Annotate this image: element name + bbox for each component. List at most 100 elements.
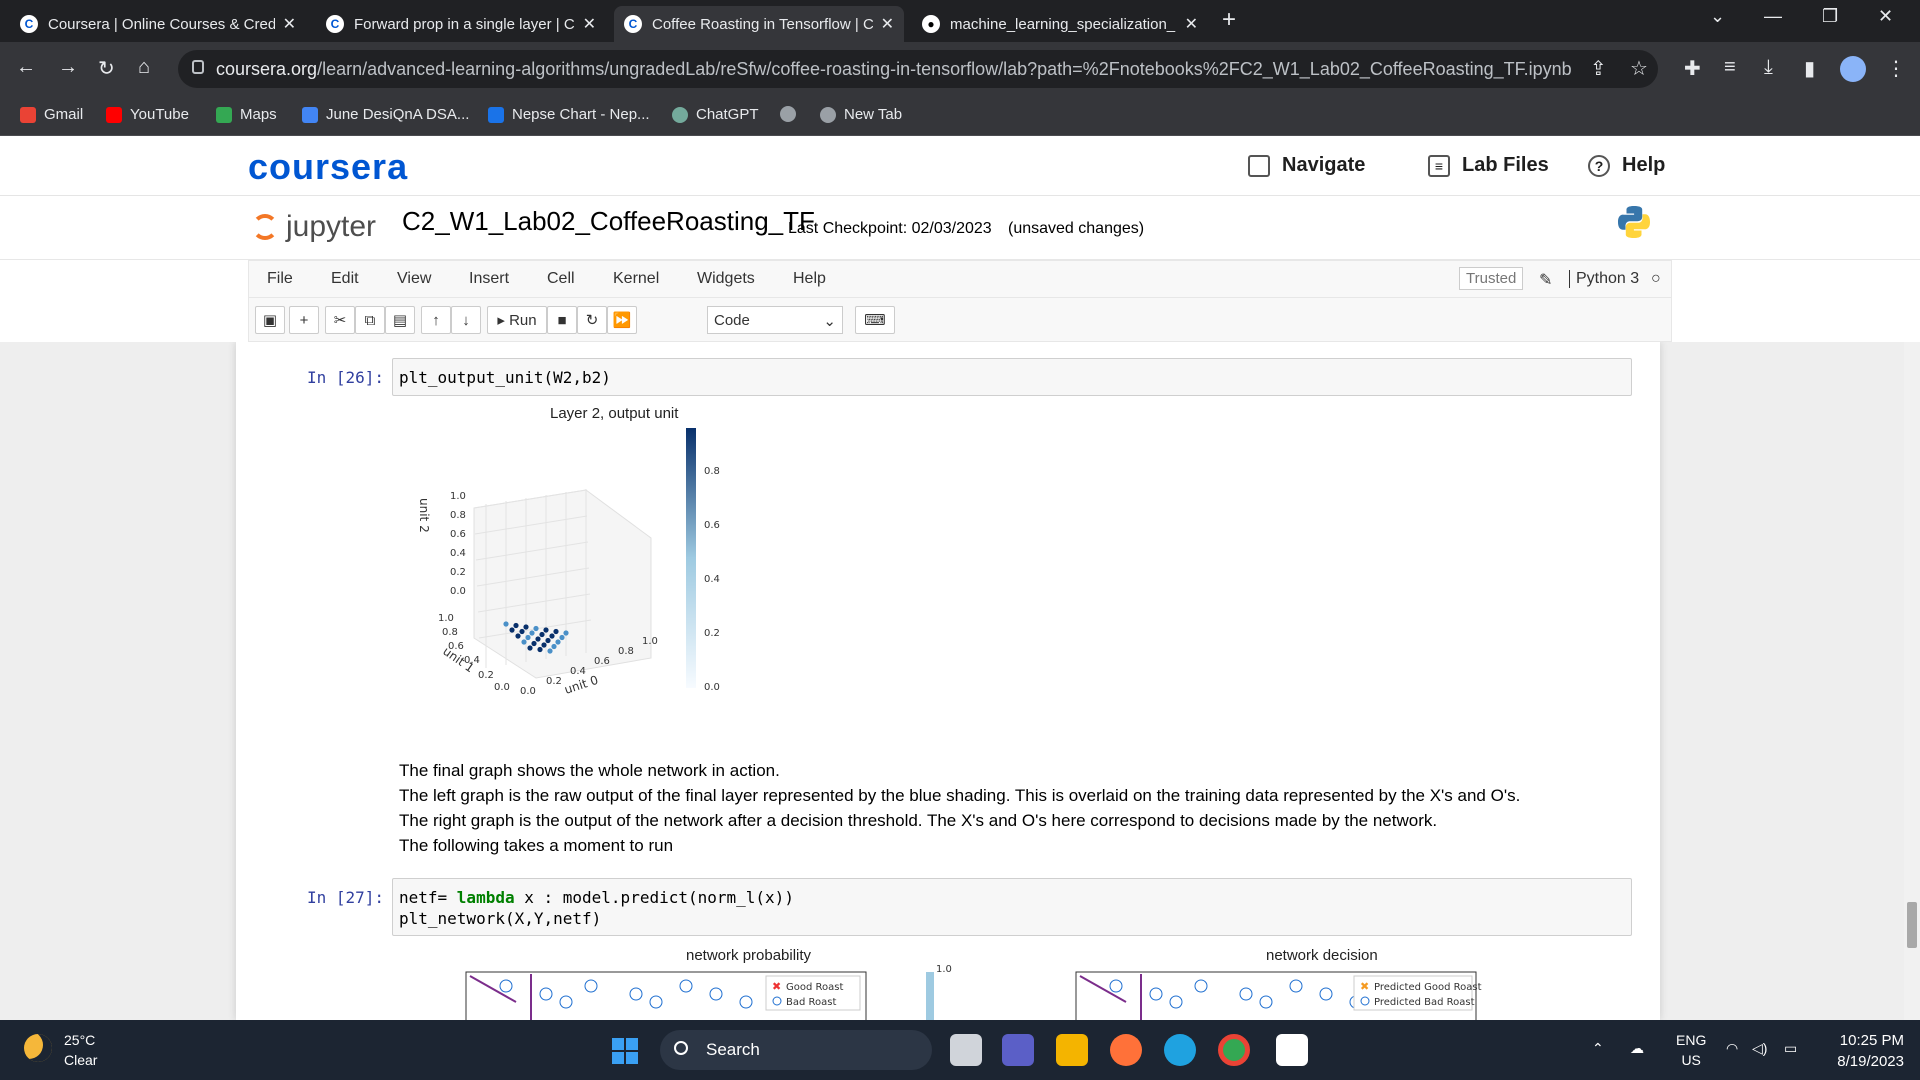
menu-icon[interactable]: ⋮	[1886, 56, 1906, 81]
chevron-up-icon[interactable]: ⌃	[1592, 1040, 1604, 1057]
markdown-paragraph: The right graph is the output of the net…	[399, 811, 1438, 830]
wifi-icon[interactable]: ◠	[1726, 1040, 1738, 1057]
onedrive-icon[interactable]: ☁	[1630, 1040, 1644, 1057]
bookmark-chatgpt[interactable]: ChatGPT	[672, 106, 759, 123]
menu-kernel[interactable]: Kernel	[613, 270, 659, 288]
taskbar-search[interactable]: Search	[660, 1030, 932, 1070]
extensions-icon[interactable]: ✚	[1684, 56, 1701, 81]
menu-file[interactable]: File	[267, 270, 293, 288]
data-point	[515, 633, 521, 639]
firefox-icon[interactable]	[1110, 1034, 1142, 1066]
bookmark-nepse-chart[interactable]: Nepse Chart - Nep...	[488, 106, 650, 123]
restart-button[interactable]: ↻	[577, 306, 607, 334]
lab-files-button[interactable]: ≡ Lab Files	[1428, 154, 1549, 177]
clock[interactable]: 10:25 PM 8/19/2023	[1824, 1030, 1904, 1072]
data-point	[547, 648, 553, 654]
bookmark-label: Gmail	[44, 106, 84, 123]
paste-button[interactable]: ▤	[385, 306, 415, 334]
menu-edit[interactable]: Edit	[331, 270, 359, 288]
insert-cell-button[interactable]: +	[289, 306, 319, 334]
markdown-paragraph: The final graph shows the whole network …	[399, 761, 780, 780]
markdown-paragraph: The left graph is the raw output of the …	[399, 786, 1521, 805]
browser-tab-coffee-roasting[interactable]: C Coffee Roasting in Tensorflow | C ✕	[614, 6, 904, 42]
data-point	[537, 646, 543, 653]
chrome-icon[interactable]	[1218, 1034, 1250, 1066]
interrupt-button[interactable]: ■	[547, 306, 577, 334]
command-palette-button[interactable]: ⌨	[855, 306, 895, 334]
reload-icon[interactable]: ↻	[98, 56, 115, 81]
avatar[interactable]	[1840, 56, 1866, 82]
bookmark-gmail[interactable]: Gmail	[20, 106, 83, 123]
help-button[interactable]: ? Help	[1588, 154, 1665, 177]
pencil-icon[interactable]: ✎	[1539, 270, 1552, 290]
browser-tab-forward-prop[interactable]: C Forward prop in a single layer | C ✕	[316, 6, 606, 42]
close-window-icon[interactable]: ✕	[1878, 6, 1893, 27]
page-scrollbar[interactable]	[1904, 342, 1920, 1020]
address-bar-row: ← → ↻ ⌂ coursera.org/learn/advanced-lear…	[0, 42, 1920, 96]
menu-cell[interactable]: Cell	[547, 270, 575, 288]
menu-widgets[interactable]: Widgets	[697, 270, 755, 288]
navigate-button[interactable]: Navigate	[1248, 154, 1365, 177]
edge-icon[interactable]	[1164, 1034, 1196, 1066]
language-indicator[interactable]: ENG US	[1676, 1030, 1706, 1070]
browser-tab-coursera-home[interactable]: C Coursera | Online Courses & Cred ✕	[10, 6, 306, 42]
url-input[interactable]: coursera.org/learn/advanced-learning-alg…	[178, 50, 1658, 88]
close-icon[interactable]: ✕	[283, 14, 296, 34]
bookmark-star-icon[interactable]: ☆	[1630, 56, 1648, 81]
move-up-button[interactable]: ↑	[421, 306, 451, 334]
cut-button[interactable]: ✂	[325, 306, 355, 334]
code-cell[interactable]: plt_output_unit(W2,b2)	[392, 358, 1632, 396]
weather-widget[interactable]: 25°C Clear	[64, 1030, 97, 1070]
store-icon[interactable]	[1276, 1034, 1308, 1066]
data-point	[559, 634, 565, 641]
save-button[interactable]: ▣	[255, 306, 285, 334]
close-icon[interactable]: ✕	[583, 14, 596, 34]
x-tick: 0.4	[570, 666, 586, 677]
share-icon[interactable]: ⇪	[1590, 56, 1607, 81]
close-icon[interactable]: ✕	[1185, 14, 1198, 34]
browser-tab-github[interactable]: ● machine_learning_specialization_ ✕	[912, 6, 1208, 42]
probability-colorbar	[926, 972, 934, 1020]
home-icon[interactable]: ⌂	[138, 56, 150, 79]
scrollbar-thumb[interactable]	[1907, 902, 1917, 948]
new-tab-button[interactable]: +	[1222, 6, 1236, 34]
plot-title: network probability	[686, 947, 812, 964]
battery-icon[interactable]: ▭	[1784, 1040, 1797, 1057]
bookmark-new-tab[interactable]: New Tab	[820, 106, 902, 123]
close-icon[interactable]: ✕	[881, 14, 894, 34]
data-point	[531, 640, 537, 647]
trusted-badge[interactable]: Trusted	[1459, 267, 1524, 290]
restore-icon[interactable]: ❐	[1822, 6, 1838, 27]
meet-icon[interactable]	[1002, 1034, 1034, 1066]
cell-type-select[interactable]: Code ⌄	[707, 306, 843, 334]
file-explorer-icon[interactable]	[1056, 1034, 1088, 1066]
volume-icon[interactable]: ◁)	[1752, 1040, 1767, 1057]
run-button[interactable]: ▸ Run	[487, 306, 547, 334]
code-cell[interactable]: netf= lambda x : model.predict(norm_l(x)…	[392, 878, 1632, 936]
bookmark-youtube[interactable]: YouTube	[106, 106, 189, 123]
windows-start-icon[interactable]	[612, 1038, 638, 1064]
data-point	[545, 637, 551, 644]
tab-search-icon[interactable]: ⌄	[1710, 6, 1725, 27]
minimize-icon[interactable]: —	[1764, 6, 1782, 27]
menu-view[interactable]: View	[397, 270, 431, 288]
media-icon[interactable]: ≡	[1724, 56, 1736, 79]
notebook-name[interactable]: C2_W1_Lab02_CoffeeRoasting_TF	[402, 206, 815, 237]
menu-insert[interactable]: Insert	[469, 270, 509, 288]
coursera-logo[interactable]: coursera	[248, 146, 408, 188]
bookmark-june-desiqna[interactable]: June DesiQnA DSA...	[302, 106, 469, 123]
restart-run-all-button[interactable]: ⏩	[607, 306, 637, 334]
back-icon[interactable]: ←	[16, 56, 36, 79]
copy-button[interactable]: ⧉	[355, 306, 385, 334]
menu-help[interactable]: Help	[793, 270, 826, 288]
navigate-icon	[1248, 154, 1270, 177]
bookmark-maps[interactable]: Maps	[216, 106, 277, 123]
forward-icon[interactable]: →	[58, 56, 78, 79]
download-icon[interactable]: ⤓	[1764, 56, 1773, 79]
bookmark-globe[interactable]	[780, 106, 804, 122]
z-axis-label: unit 2	[417, 498, 431, 533]
task-view-icon[interactable]	[950, 1034, 982, 1066]
move-down-button[interactable]: ↓	[451, 306, 481, 334]
jupyter-logo[interactable]: jupyter	[252, 210, 376, 244]
sidebar-icon[interactable]: ▮	[1804, 56, 1815, 81]
